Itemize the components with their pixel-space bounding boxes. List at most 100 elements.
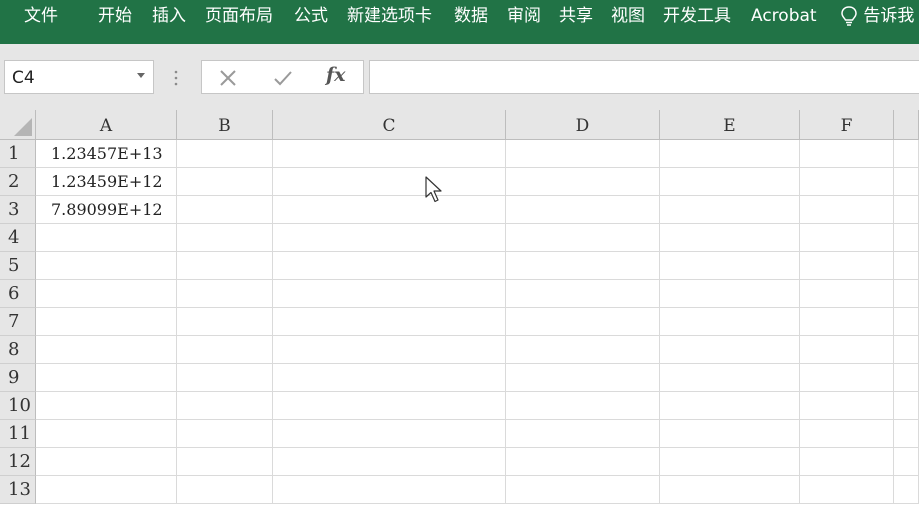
column-header-e[interactable]: E	[660, 110, 800, 140]
tab-home[interactable]: 开始	[98, 3, 132, 29]
cell-e2[interactable]	[660, 168, 800, 196]
tab-formulas[interactable]: 公式	[294, 3, 328, 29]
cell-c8[interactable]	[273, 336, 506, 364]
cell-b3[interactable]	[177, 196, 273, 224]
row-header-13[interactable]: 13	[0, 476, 36, 504]
cell-c7[interactable]	[273, 308, 506, 336]
cell-f7[interactable]	[800, 308, 894, 336]
cell-d4[interactable]	[506, 224, 660, 252]
cell-b10[interactable]	[177, 392, 273, 420]
grip-dots-icon[interactable]	[174, 70, 178, 86]
cell-e5[interactable]	[660, 252, 800, 280]
cell-b2[interactable]	[177, 168, 273, 196]
cell-g12[interactable]	[894, 448, 919, 476]
cell-g5[interactable]	[894, 252, 919, 280]
row-header-12[interactable]: 12	[0, 448, 36, 476]
cell-c9[interactable]	[273, 364, 506, 392]
cell-d2[interactable]	[506, 168, 660, 196]
cell-b9[interactable]	[177, 364, 273, 392]
cell-a9[interactable]	[36, 364, 177, 392]
formula-input[interactable]	[369, 60, 919, 94]
cell-d6[interactable]	[506, 280, 660, 308]
cell-e10[interactable]	[660, 392, 800, 420]
cell-f6[interactable]	[800, 280, 894, 308]
tab-review[interactable]: 审阅	[507, 3, 541, 29]
cell-e3[interactable]	[660, 196, 800, 224]
cell-c13[interactable]	[273, 476, 506, 504]
cell-a8[interactable]	[36, 336, 177, 364]
cell-b1[interactable]	[177, 140, 273, 168]
cell-e9[interactable]	[660, 364, 800, 392]
cell-a4[interactable]	[36, 224, 177, 252]
tab-page-layout[interactable]: 页面布局	[205, 3, 273, 29]
cell-f11[interactable]	[800, 420, 894, 448]
tab-insert[interactable]: 插入	[152, 3, 186, 29]
cell-b6[interactable]	[177, 280, 273, 308]
cell-b4[interactable]	[177, 224, 273, 252]
row-header-6[interactable]: 6	[0, 280, 36, 308]
cell-g13[interactable]	[894, 476, 919, 504]
row-header-4[interactable]: 4	[0, 224, 36, 252]
cell-b8[interactable]	[177, 336, 273, 364]
cell-a11[interactable]	[36, 420, 177, 448]
chevron-down-icon[interactable]	[137, 73, 145, 78]
tab-data[interactable]: 数据	[454, 3, 488, 29]
tab-view[interactable]: 视图	[611, 3, 645, 29]
cell-c6[interactable]	[273, 280, 506, 308]
column-header-c[interactable]: C	[273, 110, 506, 140]
row-header-3[interactable]: 3	[0, 196, 36, 224]
cell-g3[interactable]	[894, 196, 919, 224]
cell-a2[interactable]: 1.23459E+12	[36, 168, 177, 196]
cell-e13[interactable]	[660, 476, 800, 504]
cell-c5[interactable]	[273, 252, 506, 280]
cell-f5[interactable]	[800, 252, 894, 280]
cell-e7[interactable]	[660, 308, 800, 336]
cell-a6[interactable]	[36, 280, 177, 308]
cell-d11[interactable]	[506, 420, 660, 448]
cell-a10[interactable]	[36, 392, 177, 420]
cell-b7[interactable]	[177, 308, 273, 336]
cell-c2[interactable]	[273, 168, 506, 196]
cell-f1[interactable]	[800, 140, 894, 168]
cell-f10[interactable]	[800, 392, 894, 420]
cell-c10[interactable]	[273, 392, 506, 420]
row-header-10[interactable]: 10	[0, 392, 36, 420]
cell-e4[interactable]	[660, 224, 800, 252]
cell-g11[interactable]	[894, 420, 919, 448]
cell-b12[interactable]	[177, 448, 273, 476]
cell-e8[interactable]	[660, 336, 800, 364]
cell-f12[interactable]	[800, 448, 894, 476]
cell-g6[interactable]	[894, 280, 919, 308]
cell-b5[interactable]	[177, 252, 273, 280]
select-all-button[interactable]	[0, 110, 36, 140]
cell-d9[interactable]	[506, 364, 660, 392]
cell-f13[interactable]	[800, 476, 894, 504]
row-header-11[interactable]: 11	[0, 420, 36, 448]
row-header-7[interactable]: 7	[0, 308, 36, 336]
cell-c1[interactable]	[273, 140, 506, 168]
cell-a1[interactable]: 1.23457E+13	[36, 140, 177, 168]
column-header-d[interactable]: D	[506, 110, 660, 140]
cancel-icon[interactable]	[213, 65, 243, 91]
tab-new-tab[interactable]: 新建选项卡	[347, 3, 432, 29]
cell-f8[interactable]	[800, 336, 894, 364]
cell-c3[interactable]	[273, 196, 506, 224]
cell-c12[interactable]	[273, 448, 506, 476]
name-box[interactable]: C4	[4, 60, 154, 94]
cell-d7[interactable]	[506, 308, 660, 336]
row-header-9[interactable]: 9	[0, 364, 36, 392]
cell-a13[interactable]	[36, 476, 177, 504]
insert-function-button[interactable]: fx	[326, 64, 346, 86]
cell-a12[interactable]	[36, 448, 177, 476]
cell-a5[interactable]	[36, 252, 177, 280]
cell-e11[interactable]	[660, 420, 800, 448]
cell-g7[interactable]	[894, 308, 919, 336]
cell-g1[interactable]	[894, 140, 919, 168]
cell-g2[interactable]	[894, 168, 919, 196]
cell-f3[interactable]	[800, 196, 894, 224]
row-header-8[interactable]: 8	[0, 336, 36, 364]
cell-f9[interactable]	[800, 364, 894, 392]
tab-share[interactable]: 共享	[559, 3, 593, 29]
cell-d13[interactable]	[506, 476, 660, 504]
tab-file[interactable]: 文件	[24, 3, 58, 29]
